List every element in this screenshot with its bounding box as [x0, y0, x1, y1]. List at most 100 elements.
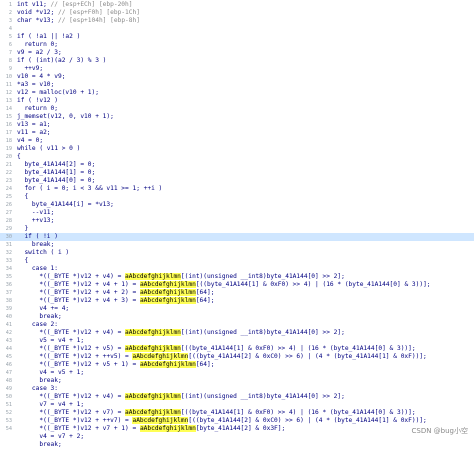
code-text: byte_41A144[1] = 0; — [17, 169, 95, 177]
code-token: *((_BYTE *)v12 + v4) = — [17, 329, 126, 336]
code-token: *a3 = v10; — [17, 81, 55, 88]
code-token: } — [17, 225, 29, 232]
code-comment: // [esp+104h] [ebp-8h] — [57, 17, 140, 24]
code-line[interactable]: 15 j_memset(v12, 0, v10 + 1); — [0, 113, 474, 121]
code-line[interactable]: 17 v11 = a2; — [0, 129, 474, 137]
code-line[interactable]: 43 v5 = v4 + 1; — [0, 337, 474, 345]
code-token: v10 = 4 * v9; — [17, 73, 66, 80]
code-token: char *v13; — [17, 17, 58, 24]
code-token: [(int)(unsigned __int8)byte_41A144[0] >>… — [180, 329, 345, 336]
line-number: 44 — [5, 346, 12, 352]
code-line[interactable]: 11 *a3 = v10; — [0, 81, 474, 89]
code-line[interactable]: 22 byte_41A144[1] = 0; — [0, 169, 474, 177]
code-line[interactable]: 24 for ( i = 0; i < 3 && v11 >= 1; ++i ) — [0, 185, 474, 193]
code-line[interactable]: 21 byte_41A144[2] = 0; — [0, 161, 474, 169]
code-text: ++v13; — [17, 217, 54, 225]
code-token: v4 = v5 + 1; — [17, 369, 85, 376]
code-line[interactable]: 7 v9 = a2 / 3; — [0, 49, 474, 57]
line-number: 15 — [5, 114, 12, 120]
code-line[interactable]: 39 v4 += 4; — [0, 305, 474, 313]
code-line[interactable]: 9 ++v9; — [0, 65, 474, 73]
highlighted-symbol: aAbcdefghijklmn — [125, 409, 181, 416]
code-token: { — [17, 257, 29, 264]
code-text: { — [17, 193, 28, 201]
code-token: return 0; — [17, 41, 58, 48]
code-line[interactable]: 48 break; — [0, 377, 474, 385]
code-line[interactable]: 33 { — [0, 257, 474, 265]
line-number: 22 — [5, 170, 12, 176]
code-line[interactable]: 25 { — [0, 193, 474, 201]
code-line[interactable]: 23 byte_41A144[0] = 0; — [0, 177, 474, 185]
code-token: *((_BYTE *)v12 + v4 + 3) = — [17, 297, 140, 304]
code-line[interactable]: 16 v13 = a1; — [0, 121, 474, 129]
code-line[interactable]: 5 if ( !a1 || !a2 ) — [0, 33, 474, 41]
code-line[interactable]: 42 *((_BYTE *)v12 + v4) = aAbcdefghijklm… — [0, 329, 474, 337]
code-text: *a3 = v10; — [17, 81, 54, 89]
line-number: 13 — [5, 98, 12, 104]
code-editor[interactable]: 1 int v11; // [esp+ECh] [ebp-20h] 2 void *v… — [0, 0, 474, 448]
code-line[interactable]: 52 *((_BYTE *)v12 + v7) = aAbcdefghijklm… — [0, 409, 474, 417]
code-token: { — [17, 153, 21, 160]
code-text: v13 = a1; — [17, 121, 51, 129]
code-line[interactable]: 27 --v11; — [0, 209, 474, 217]
code-line[interactable]: 44 *((_BYTE *)v12 + v5) = aAbcdefghijklm… — [0, 345, 474, 353]
code-line[interactable]: 35 *((_BYTE *)v12 + v4) = aAbcdefghijklm… — [0, 273, 474, 281]
code-line[interactable]: 34 case 1: — [0, 265, 474, 273]
code-line[interactable]: 26 byte_41A144[i] = *v13; — [0, 201, 474, 209]
code-line[interactable]: 8 if ( (int)(a2 / 3) % 3 ) — [0, 57, 474, 65]
code-line[interactable]: 18 v4 = 0; — [0, 137, 474, 145]
code-line[interactable]: 31 break; — [0, 241, 474, 249]
code-line[interactable]: 19 while ( v11 > 0 ) — [0, 145, 474, 153]
line-number: 42 — [5, 330, 12, 336]
code-line[interactable]: 4 — [0, 25, 474, 33]
code-token: { — [17, 193, 29, 200]
code-line[interactable]: 14 return 0; — [0, 105, 474, 113]
code-line[interactable]: 36 *((_BYTE *)v12 + v4 + 1) = aAbcdefghi… — [0, 281, 474, 289]
code-line[interactable]: 47 v4 = v5 + 1; — [0, 369, 474, 377]
code-line[interactable]: 51 v7 = v4 + 1; — [0, 401, 474, 409]
code-text: v5 = v4 + 1; — [17, 337, 84, 345]
code-line[interactable]: 38 *((_BYTE *)v12 + v4 + 3) = aAbcdefghi… — [0, 297, 474, 305]
highlighted-symbol: aAbcdefghijklmn — [139, 361, 196, 368]
code-text: int v11; // [esp+ECh] [ebp-20h] — [17, 1, 133, 9]
code-line[interactable]: 20 { — [0, 153, 474, 161]
line-number: 48 — [5, 378, 12, 384]
code-token: j_memset(v12, 0, v10 + 1); — [17, 113, 114, 120]
line-number: 28 — [5, 218, 12, 224]
code-line[interactable]: 46 *((_BYTE *)v12 + v5 + 1) = aAbcdefghi… — [0, 361, 474, 369]
code-text: *((_BYTE *)v12 + ++v5) = aAbcdefghijklmn… — [17, 353, 427, 361]
code-line[interactable]: 13 if ( !v12 ) — [0, 97, 474, 105]
code-line[interactable]: break; — [0, 441, 474, 449]
code-line[interactable]: 45 *((_BYTE *)v12 + ++v5) = aAbcdefghijk… — [0, 353, 474, 361]
code-text: *((_BYTE *)v12 + v4) = aAbcdefghijklmn[(… — [17, 393, 345, 401]
code-line[interactable]: 3 char *v13; // [esp+104h] [ebp-8h] — [0, 17, 474, 25]
code-line[interactable]: 53 *((_BYTE *)v12 + ++v7) = aAbcdefghijk… — [0, 417, 474, 425]
highlighted-symbol: aAbcdefghijklmn — [132, 353, 189, 360]
code-line[interactable]: 28 ++v13; — [0, 217, 474, 225]
code-text: char *v13; // [esp+104h] [ebp-8h] — [17, 17, 140, 25]
code-line[interactable]: 30 if ( !i ) — [0, 233, 474, 241]
code-line[interactable]: 12 v12 = malloc(v10 + 1); — [0, 89, 474, 97]
code-line[interactable]: 41 case 2: — [0, 321, 474, 329]
line-number: 17 — [5, 130, 12, 136]
line-number: 16 — [5, 122, 12, 128]
code-comment: // [esp+F0h] [ebp-1Ch] — [57, 9, 140, 16]
line-number: 11 — [5, 82, 12, 88]
code-token: void *v12; — [17, 9, 58, 16]
code-line[interactable]: 1 int v11; // [esp+ECh] [ebp-20h] — [0, 1, 474, 9]
code-line[interactable]: 40 break; — [0, 313, 474, 321]
code-line[interactable]: 29 } — [0, 225, 474, 233]
code-line[interactable]: 50 *((_BYTE *)v12 + v4) = aAbcdefghijklm… — [0, 393, 474, 401]
code-line[interactable]: v4 = v7 + 2; — [0, 433, 474, 441]
code-line[interactable]: 37 *((_BYTE *)v12 + v4 + 2) = aAbcdefghi… — [0, 289, 474, 297]
code-line[interactable]: 49 case 3: — [0, 385, 474, 393]
code-line[interactable]: 32 switch ( i ) — [0, 249, 474, 257]
code-line[interactable]: 6 return 0; — [0, 41, 474, 49]
code-line[interactable]: 54 *((_BYTE *)v12 + v7 + 1) = aAbcdefghi… — [0, 425, 474, 433]
code-line[interactable]: 10 v10 = 4 * v9; — [0, 73, 474, 81]
code-token: *((_BYTE *)v12 + v7) = — [17, 409, 126, 416]
code-text: *((_BYTE *)v12 + v4 + 1) = aAbcdefghijkl… — [17, 281, 431, 289]
code-text: break; — [17, 441, 61, 449]
code-line[interactable]: 2 void *v12; // [esp+F0h] [ebp-1Ch] — [0, 9, 474, 17]
code-token: [((byte_41A144[1] & 0xF0) >> 4) | (16 * … — [180, 409, 416, 416]
